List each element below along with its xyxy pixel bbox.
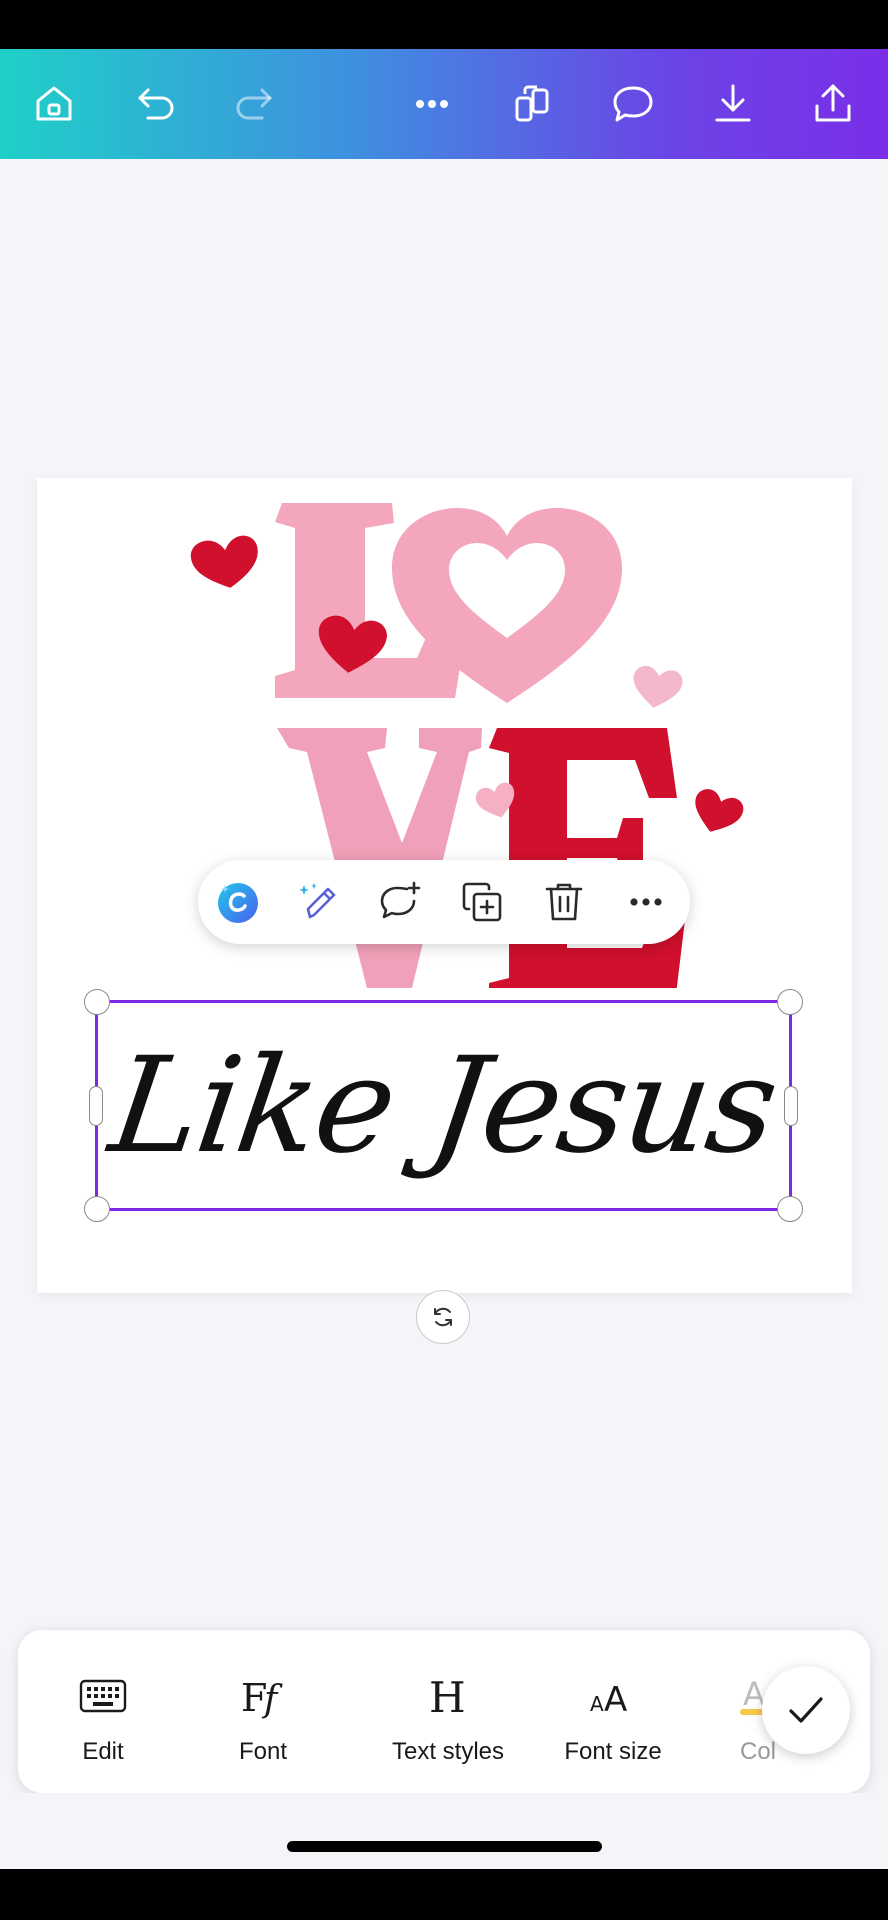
add-comment-button[interactable] [374,876,426,928]
share-button[interactable] [805,76,861,132]
svg-text:A: A [604,1680,627,1720]
done-button[interactable] [762,1666,850,1754]
more-button[interactable] [404,76,460,132]
resize-handle-bottom-right[interactable] [777,1196,803,1222]
redo-button[interactable] [226,76,282,132]
download-button[interactable] [705,76,761,132]
duplicate-button[interactable] [456,876,508,928]
rotate-icon [434,1307,452,1327]
font-icon: F f [241,1676,283,1720]
font-size-icon: A A [590,1680,627,1720]
more-icon [630,898,662,906]
delete-button[interactable] [538,876,590,928]
magic-edit-icon [299,883,336,919]
edit-tool-label: Edit [82,1738,124,1765]
text-styles-tool[interactable]: H Text styles [358,1630,538,1793]
magic-edit-button[interactable] [293,876,345,928]
more-icon [416,100,448,108]
font-tool-label: Font [238,1738,288,1765]
bottom-bar [0,1869,888,1920]
font-size-tool-label: Font size [564,1738,662,1765]
color-tool-label: Col [739,1738,776,1765]
letter-e [489,728,687,1003]
home-button[interactable] [26,76,82,132]
status-bar [0,0,888,49]
font-tool[interactable]: F f Font [198,1630,328,1793]
comment-icon [613,86,653,122]
svg-text:H: H [429,1673,466,1721]
text-element[interactable]: Like Jesus [84,1003,804,1208]
heart-red-1 [190,535,258,588]
bottom-toolbar: Edit F f Font H Text styles A A Font siz… [18,1630,870,1793]
home-bar-area [0,1793,888,1869]
undo-icon [138,88,174,120]
top-toolbar [0,49,888,159]
resize-handle-bottom-left[interactable] [84,1196,110,1222]
context-menu [198,860,690,944]
canva-assistant-icon [218,883,258,923]
comment-button[interactable] [605,76,661,132]
context-more-button[interactable] [620,876,672,928]
add-comment-icon [380,881,421,919]
share-icon [815,84,851,122]
heart-red-3 [695,789,744,832]
canva-assistant-button[interactable] [212,876,264,928]
text-styles-icon: H [429,1673,466,1721]
pages-button[interactable] [505,76,561,132]
delete-icon [545,883,583,921]
svg-text:f: f [261,1679,283,1720]
duplicate-icon [462,882,502,922]
home-indicator[interactable] [287,1841,602,1852]
letter-v [277,728,482,988]
rotate-handle[interactable] [416,1290,470,1344]
resize-handle-left[interactable] [89,1086,103,1126]
heart-pink-small [633,665,683,708]
keyboard-icon [79,1679,127,1713]
text-selection-box[interactable]: Like Jesus [84,989,803,1222]
redo-icon [236,88,272,120]
font-size-tool[interactable]: A A Font size [530,1630,696,1793]
edit-tool[interactable]: Edit [38,1630,168,1793]
download-icon [715,84,751,122]
text-styles-tool-label: Text styles [391,1738,505,1765]
undo-button[interactable] [128,76,184,132]
resize-handle-top-right[interactable] [777,989,803,1015]
checkmark-icon [789,1697,823,1723]
resize-handle-right[interactable] [784,1086,798,1126]
home-icon [36,86,72,121]
svg-text:A: A [590,1692,604,1716]
pages-icon [515,85,549,122]
resize-handle-top-left[interactable] [84,989,110,1015]
